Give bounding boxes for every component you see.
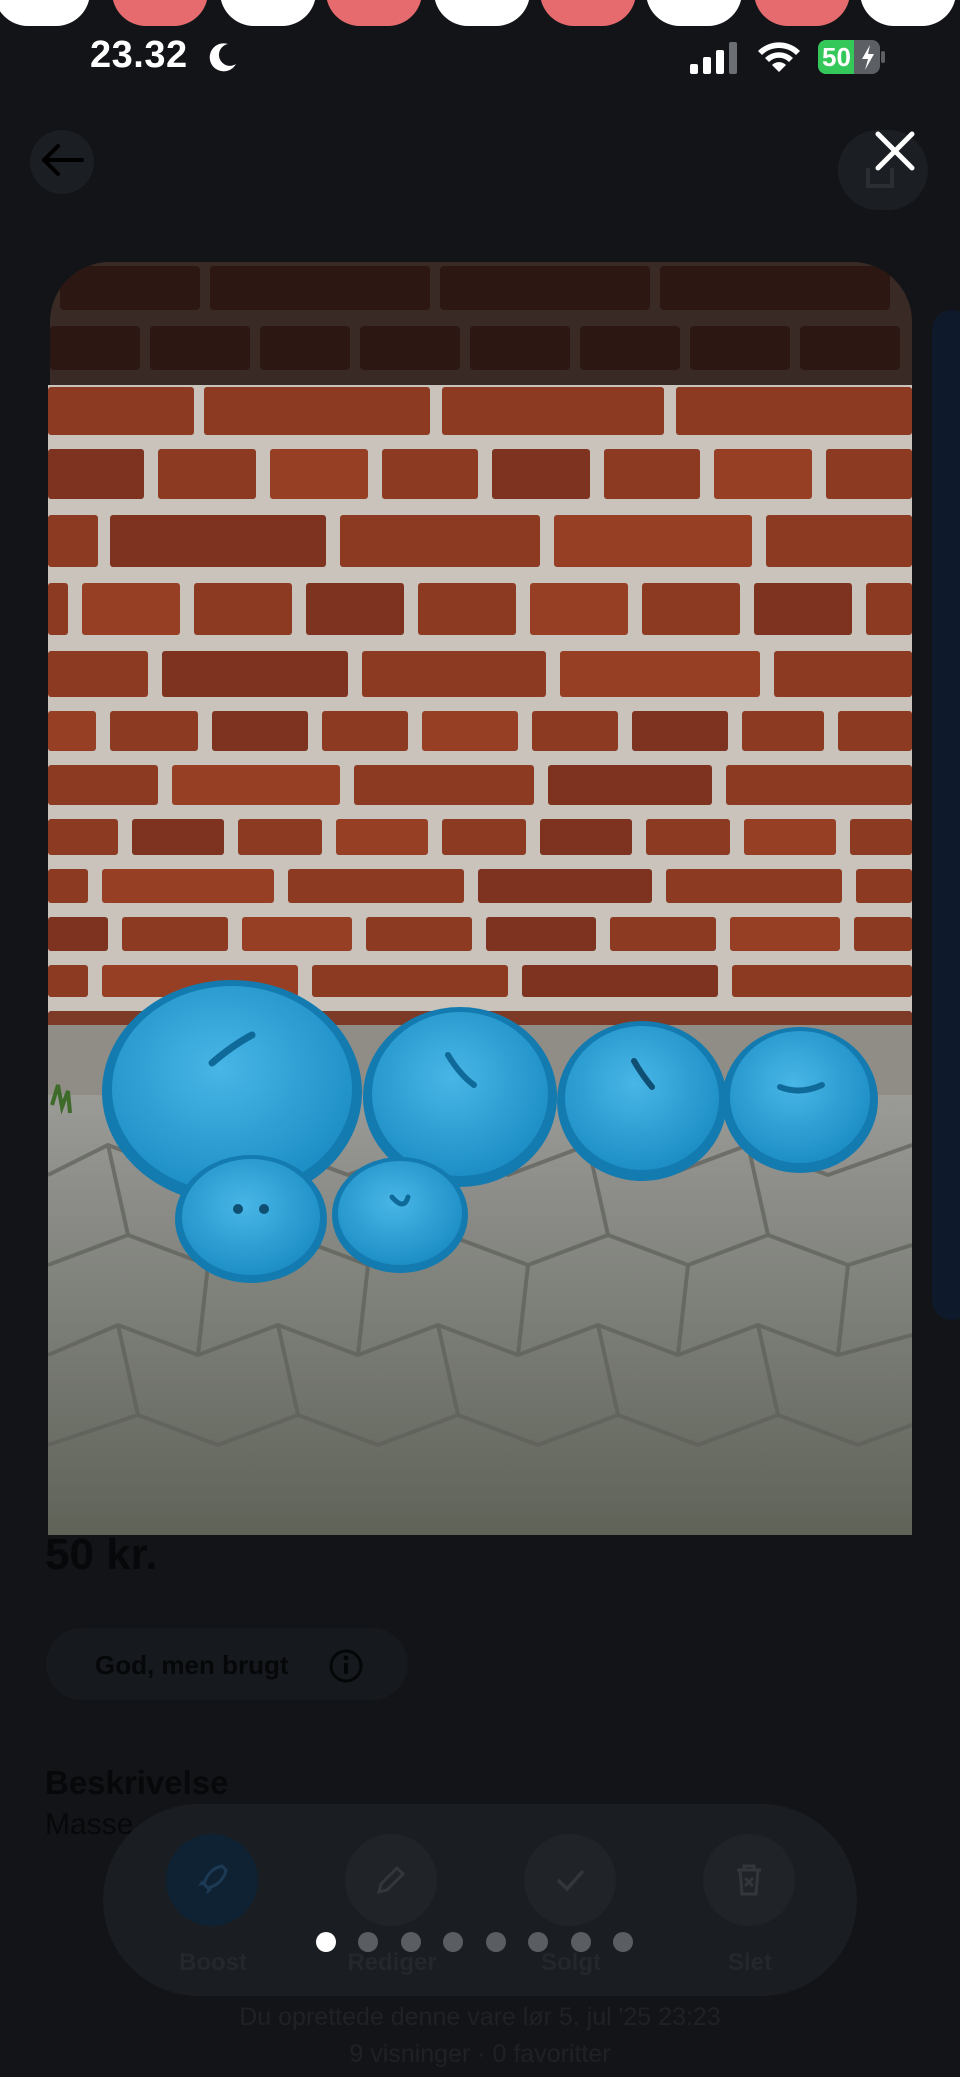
sold-button — [524, 1834, 616, 1926]
close-icon[interactable] — [872, 128, 918, 174]
delete-button — [703, 1834, 795, 1926]
boost-button — [166, 1834, 258, 1926]
trash-icon — [737, 1864, 761, 1896]
battery-percent: 50 — [822, 42, 851, 72]
rocket-icon — [198, 1864, 228, 1894]
page-dot-active[interactable] — [316, 1932, 336, 1952]
page-dot[interactable] — [571, 1932, 591, 1952]
views-favorites-text: 9 visninger · 0 favoritter — [349, 2040, 611, 2068]
listing-price: 50 kr. — [45, 1530, 158, 1579]
back-arrow-icon[interactable] — [38, 140, 86, 180]
underlying-brick-photo — [50, 262, 912, 402]
signal-icon — [690, 42, 737, 74]
pencil-icon — [376, 1865, 406, 1895]
wifi-icon — [758, 42, 800, 72]
battery-indicator: 50 — [818, 40, 886, 74]
condition-label: God, men brugt — [95, 1650, 289, 1680]
created-date-text: Du oprettede denne vare lør 5. jul '25 2… — [239, 2003, 721, 2031]
underlying-next-photo-peek — [932, 310, 960, 1320]
info-icon — [329, 1649, 363, 1683]
bubble — [540, 0, 636, 26]
bubble — [326, 0, 422, 26]
bubble — [860, 0, 956, 26]
description-text: Masse — [45, 1808, 134, 1841]
bubble — [434, 0, 530, 26]
page-dot[interactable] — [401, 1932, 421, 1952]
page-dot[interactable] — [486, 1932, 506, 1952]
page-dot[interactable] — [443, 1932, 463, 1952]
edit-button — [345, 1834, 437, 1926]
notification-bubbles — [0, 0, 960, 28]
listing-action-bar: Boost Rediger Solgt Slet — [103, 1804, 857, 1996]
bubble — [0, 0, 90, 26]
bubble — [646, 0, 742, 26]
status-time: 23.32 — [90, 34, 188, 76]
page-dot[interactable] — [528, 1932, 548, 1952]
page-dot[interactable] — [613, 1932, 633, 1952]
checkmark-icon — [556, 1869, 585, 1892]
delete-label: Slet — [727, 1949, 772, 1976]
listing-photo[interactable] — [48, 385, 912, 1535]
underlying-photo-card — [50, 262, 912, 402]
bubble — [220, 0, 316, 26]
page-dot[interactable] — [358, 1932, 378, 1952]
boost-label: Boost — [179, 1949, 247, 1976]
bubble — [754, 0, 850, 26]
moon-icon — [209, 43, 236, 72]
bubble — [112, 0, 208, 26]
description-heading: Beskrivelse — [45, 1764, 229, 1801]
photo-blue-pot-lids-against-brick-wall — [48, 385, 912, 1535]
photo-page-indicator — [316, 1932, 656, 1954]
